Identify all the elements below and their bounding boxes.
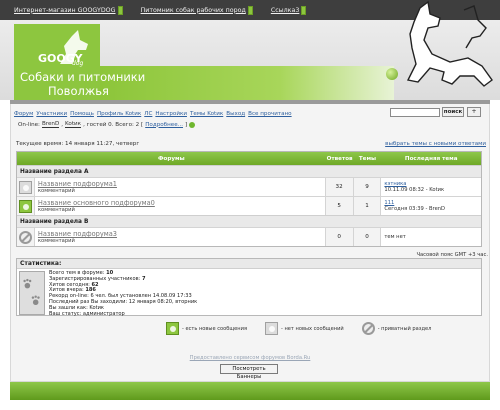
menu-mark-all-read[interactable]: Все прочитано <box>248 111 291 117</box>
replies-count: 32 <box>325 178 354 196</box>
green-marker-icon <box>301 5 307 15</box>
forum-icon-cell <box>17 228 35 246</box>
forum-name-cell: Название основного подфорума0 комментари… <box>35 197 326 215</box>
last-topic-info: тем нет <box>384 234 406 240</box>
topnav-label: Интернет-магазин GOOGYDOG <box>14 6 116 14</box>
last-topic-info: Сегодня 03:39 - BrenD <box>384 206 446 212</box>
menu-my-topics[interactable]: Темы Kotик <box>190 111 223 117</box>
statistics-text: Всего тем в форуме: 10 Зарегистрированны… <box>49 270 197 317</box>
online-status: On-line: BrenD, Kotик, гостей 0. Всего: … <box>18 121 196 128</box>
table-row: Название подфорума1 комментарий 32 9 кэт… <box>17 177 481 196</box>
forum-description: комментарий <box>37 207 75 213</box>
last-topic-cell: кэтника 10.11.09 08:32 - Kotик <box>381 178 481 196</box>
col-last-topic: Последняя тема <box>404 155 458 162</box>
forum-icon-cell <box>17 197 35 215</box>
last-topic-cell: 111 Сегодня 03:39 - BrenD <box>381 197 481 215</box>
online-prefix: On-line: <box>18 121 40 128</box>
topnav-item-kennel[interactable]: Питомник собак рабочих пород <box>140 5 253 15</box>
site-subtitle: Поволжья <box>48 84 109 98</box>
forum-table: Форумы Ответов Темы Последняя тема Назва… <box>16 151 482 247</box>
paw-icon <box>18 199 32 213</box>
legend-private-label: - приватный раздел <box>377 325 432 332</box>
table-row: Название подфорума3 комментарий 0 0 тем … <box>17 227 481 246</box>
replies-count: 0 <box>325 228 354 246</box>
topnav-item-shop[interactable]: Интернет-магазин GOOGYDOG <box>14 5 123 15</box>
green-marker-icon <box>247 5 253 15</box>
col-topics: Темы <box>358 155 377 162</box>
legend-new-label: - есть новые сообщения <box>182 325 248 332</box>
menu-profile[interactable]: Профиль Kotик <box>97 111 141 117</box>
online-close: ] <box>185 121 188 128</box>
last-topic-cell: тем нет <box>381 228 481 246</box>
section-header: Название раздела В <box>17 215 481 227</box>
paw-icon <box>265 322 279 335</box>
table-header: Форумы Ответов Темы Последняя тема <box>17 152 481 165</box>
table-row: Название основного подфорума0 комментари… <box>17 196 481 215</box>
col-forums: Форумы <box>158 155 185 162</box>
footer-bar <box>10 382 490 400</box>
forum-icon-cell <box>17 178 35 196</box>
statistics-panel: Статистика: Всего тем в форуме: 10 Зарег… <box>16 258 482 316</box>
online-indicator-icon <box>189 121 196 128</box>
forum-link[interactable]: Название основного подфорума0 <box>38 199 325 207</box>
topnav-label: Ссылка3 <box>270 6 300 14</box>
paw-icon <box>166 322 179 335</box>
icon-legend: - есть новые сообщения - нет новых сообщ… <box>166 322 431 335</box>
menu-logout[interactable]: Выход <box>226 111 245 117</box>
search-input[interactable] <box>390 108 440 117</box>
dog-illustration-icon <box>406 0 493 87</box>
topnav-label: Питомник собак рабочих пород <box>140 6 246 14</box>
forum-description: комментарий <box>37 238 75 244</box>
col-replies: Ответов <box>326 155 353 162</box>
menu-members[interactable]: Участники <box>36 111 67 117</box>
forum-name-cell: Название подфорума1 комментарий <box>35 178 326 196</box>
online-separator: , <box>61 121 64 128</box>
top-nav: Интернет-магазин GOOGYDOG Питомник собак… <box>14 0 307 20</box>
logo-dog-text: dog <box>72 60 84 67</box>
online-user[interactable]: BrenD <box>41 121 60 128</box>
menu-help[interactable]: Помощь <box>70 111 94 117</box>
online-user[interactable]: Kotик <box>65 121 82 128</box>
private-forum-icon <box>18 230 32 244</box>
search-options-button[interactable]: + <box>467 107 481 117</box>
view-banners-button[interactable]: Посмотреть Баннеры <box>220 364 278 380</box>
legend-none-label: - нет новых сообщений <box>281 325 344 332</box>
paw-prints-icon <box>19 271 45 315</box>
site-title: Собаки и питомники <box>20 70 146 84</box>
green-marker-icon <box>117 5 123 15</box>
menu-settings[interactable]: Настройки <box>155 111 187 117</box>
new-replies-link[interactable]: выбрать темы с новыми ответами <box>385 141 486 147</box>
topics-count: 0 <box>353 228 382 246</box>
last-topic-info: 10.11.09 08:32 - Kotик <box>384 187 445 193</box>
topnav-item-link3[interactable]: Ссылка3 <box>270 5 307 15</box>
section-header: Название раздела А <box>17 165 481 177</box>
search-button[interactable]: поиск <box>442 107 464 117</box>
forum-name-cell: Название подфорума3 комментарий <box>35 228 326 246</box>
online-details-link[interactable]: Подробнее... <box>145 122 183 128</box>
paw-prints-graphic <box>23 278 40 305</box>
powered-by-link[interactable]: Предоставлено сервисом форумов Borda.Ru <box>0 355 500 361</box>
topics-count: 9 <box>353 178 382 196</box>
forum-description: комментарий <box>37 188 75 194</box>
current-time: Текущее время: 14 января 11:27, четверг <box>16 141 140 147</box>
stat-line: Ваш статус: администратор <box>49 310 125 317</box>
paw-icon <box>18 180 32 194</box>
frame-top-bar <box>10 100 490 104</box>
statistics-title: Статистика: <box>17 259 481 269</box>
forum-link[interactable]: Название подфорума3 <box>38 230 325 238</box>
forum-link[interactable]: Название подфорума1 <box>38 180 325 188</box>
online-suffix: , гостей 0. Всего: 2 [ <box>83 121 144 128</box>
private-forum-icon <box>361 322 375 335</box>
menu-forum[interactable]: Форум <box>14 111 33 117</box>
menu-pm[interactable]: ЛС <box>144 111 152 117</box>
replies-count: 5 <box>325 197 354 215</box>
topics-count: 1 <box>353 197 382 215</box>
